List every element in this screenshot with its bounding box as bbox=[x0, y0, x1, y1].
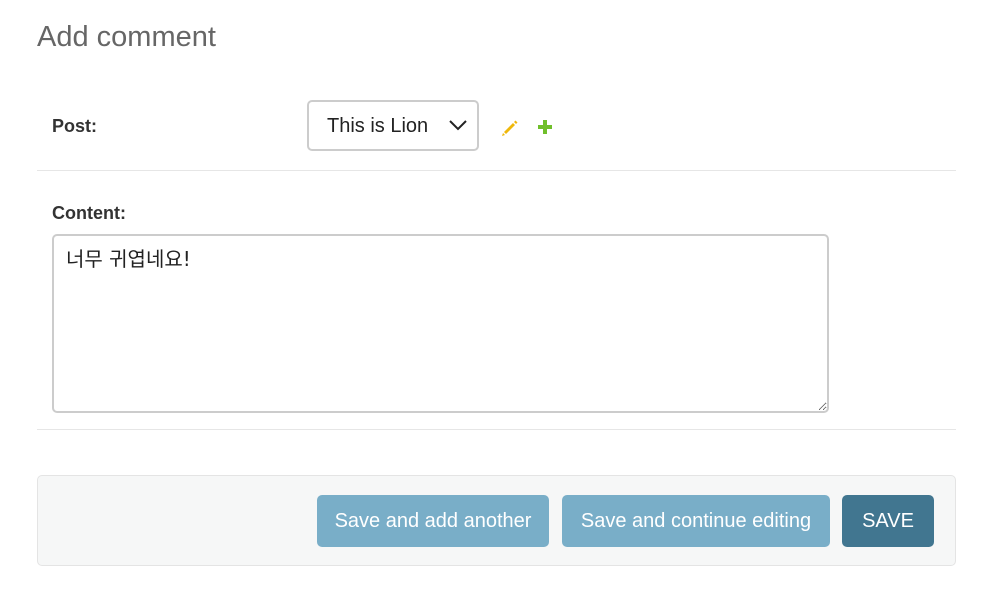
page-title: Add comment bbox=[37, 21, 216, 53]
save-button[interactable]: SAVE bbox=[842, 495, 934, 547]
post-label: Post: bbox=[52, 116, 97, 136]
post-form-row: Post: This is Lion bbox=[37, 84, 956, 171]
content-textarea[interactable]: 너무 귀엽네요! bbox=[52, 234, 829, 413]
save-and-continue-editing-button[interactable]: Save and continue editing bbox=[562, 495, 830, 547]
submit-row: Save and add another Save and continue e… bbox=[37, 475, 956, 566]
post-select[interactable]: This is Lion bbox=[307, 100, 479, 151]
chevron-down-icon bbox=[449, 120, 467, 131]
plus-icon[interactable] bbox=[536, 118, 554, 136]
content-form-row: Content: 너무 귀엽네요! bbox=[37, 171, 956, 430]
content-label: Content: bbox=[52, 203, 126, 223]
post-select-value: This is Lion bbox=[327, 115, 429, 137]
save-and-add-another-button[interactable]: Save and add another bbox=[317, 495, 549, 547]
pencil-icon[interactable] bbox=[500, 118, 520, 138]
